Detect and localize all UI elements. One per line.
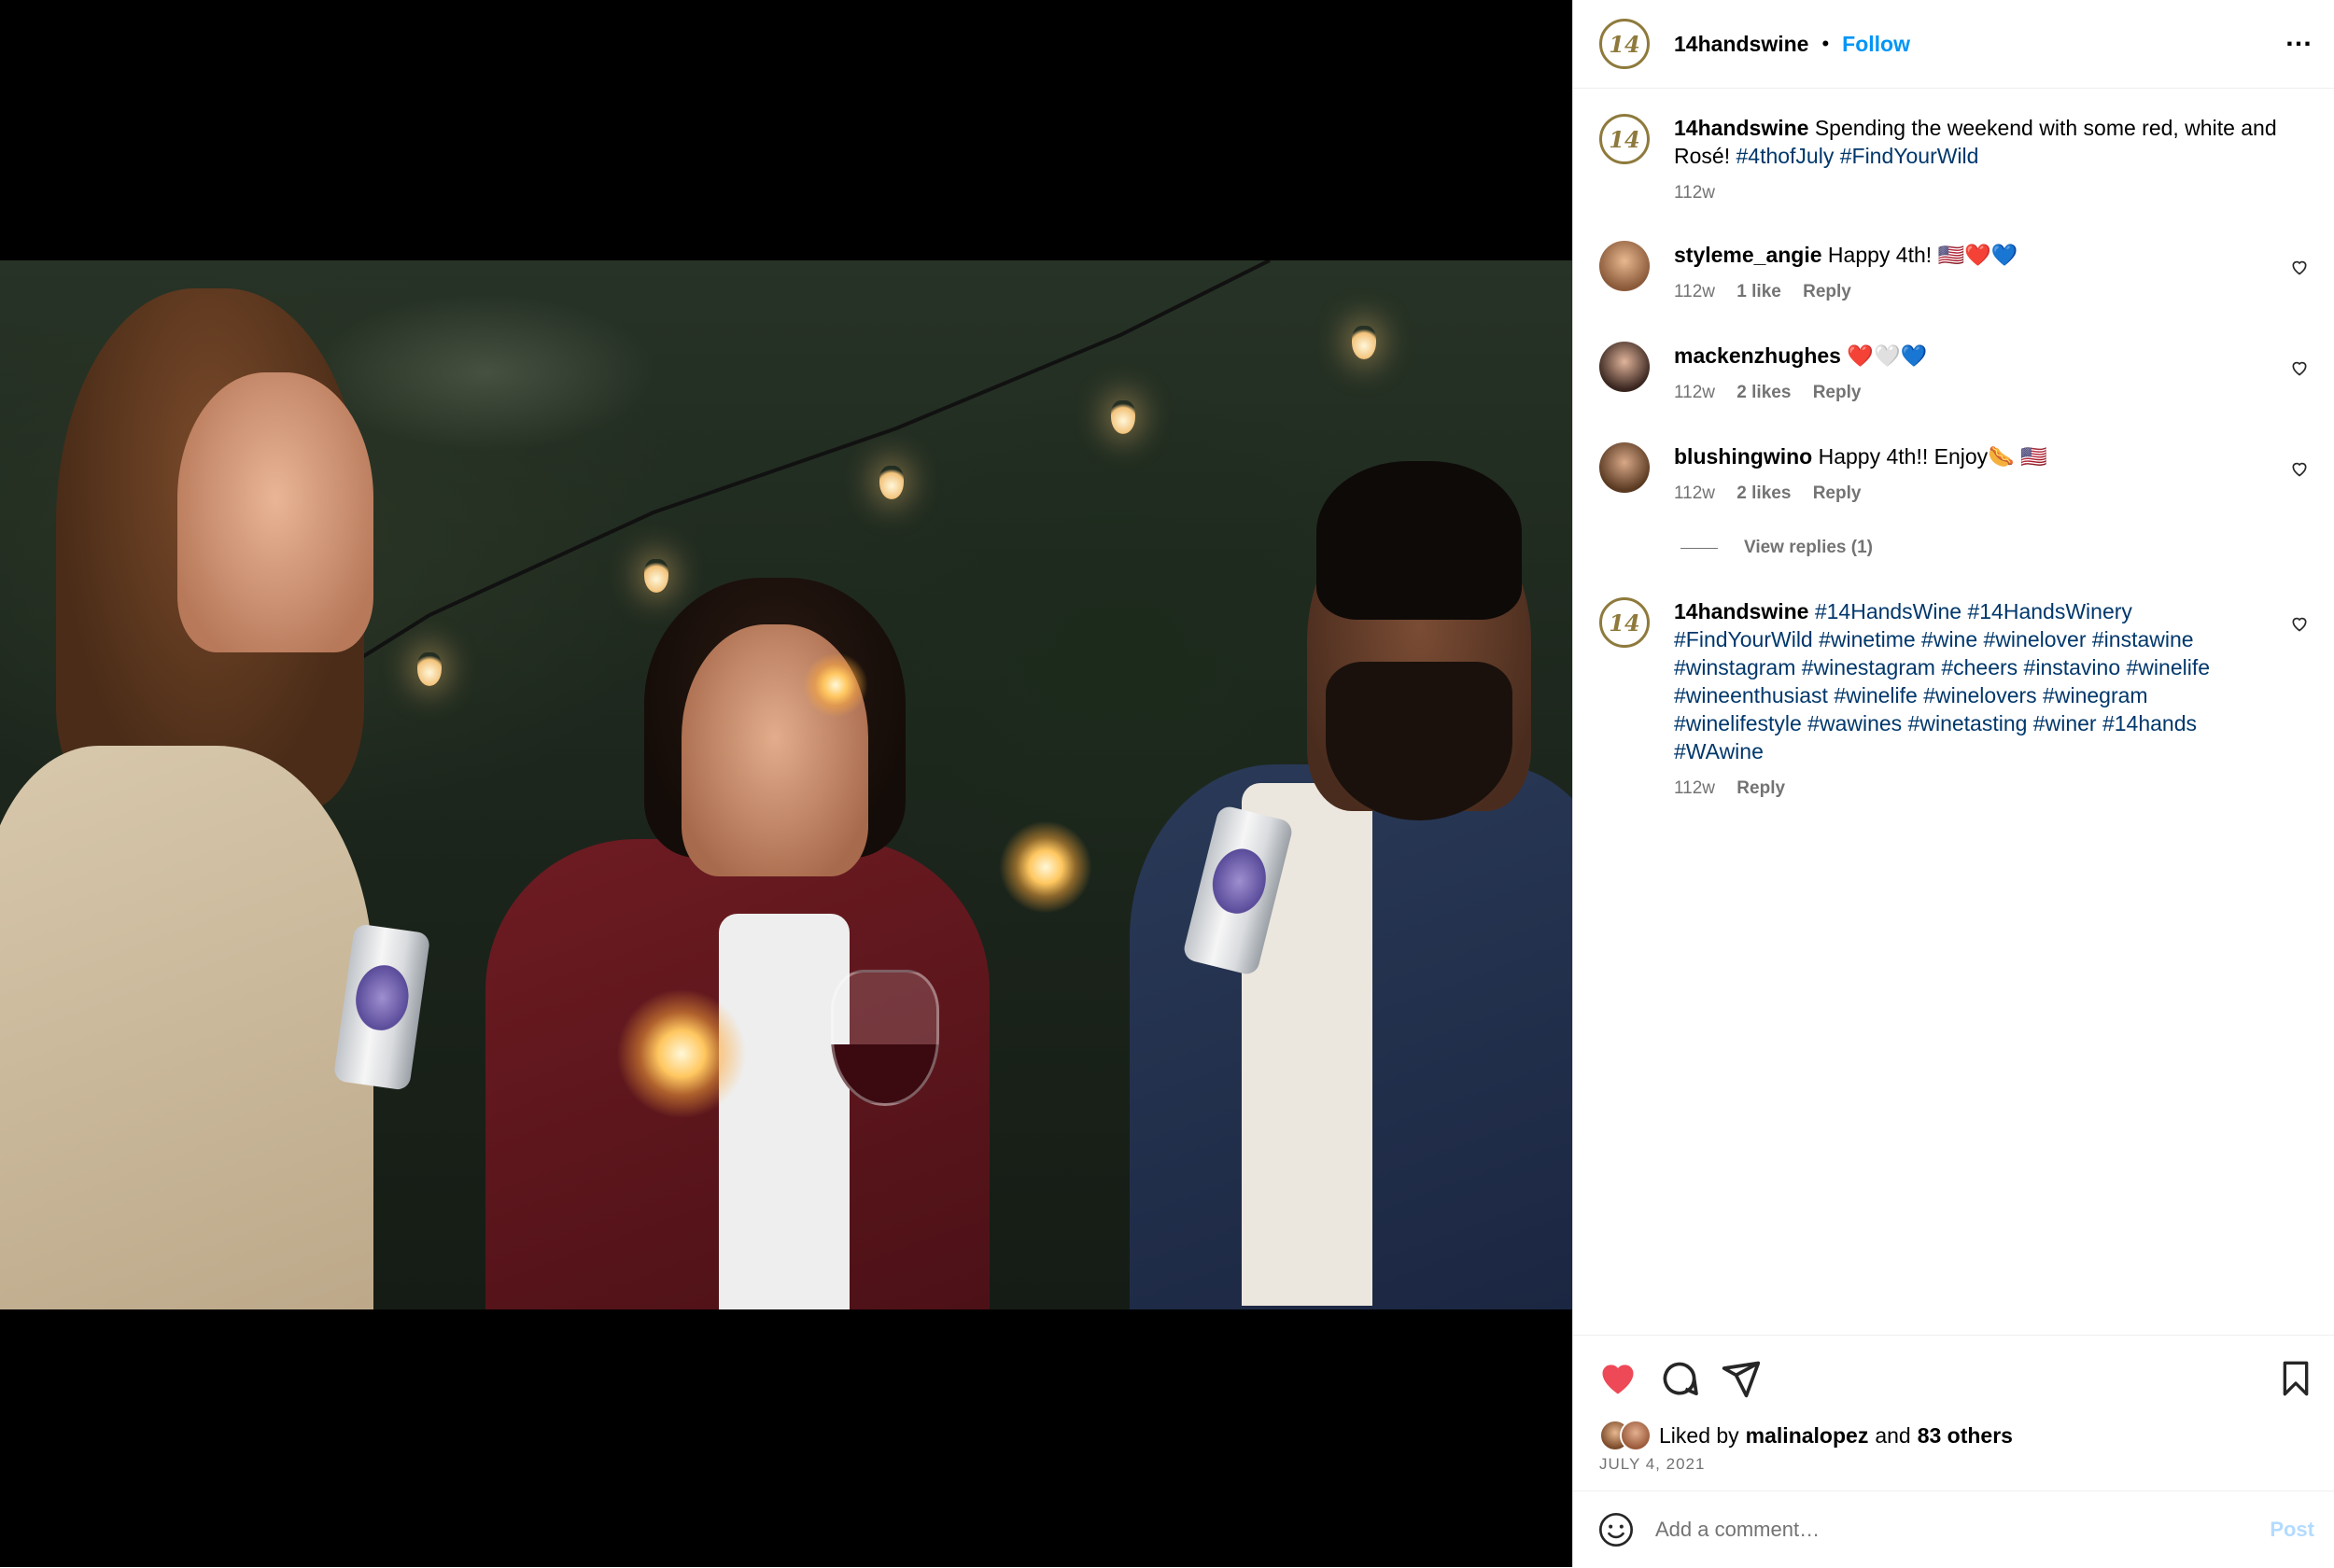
heart-icon[interactable]	[2290, 358, 2309, 377]
liked-by-label: Liked by	[1659, 1422, 1739, 1448]
comment-time[interactable]: 112w	[1674, 483, 1715, 503]
post-button[interactable]: Post	[2270, 1518, 2314, 1542]
hair	[1316, 461, 1522, 620]
more-icon[interactable]: …	[2285, 23, 2314, 51]
comments-list[interactable]: 14 14handswine Spending the weekend with…	[1573, 88, 2334, 1335]
comment-text: Happy 4th!! Enjoy🌭 🇺🇸	[1818, 444, 2047, 469]
caption-time[interactable]: 112w	[1674, 183, 1715, 203]
avatar[interactable]	[1599, 241, 1650, 291]
replies-line	[1680, 547, 1718, 549]
comment-username[interactable]: mackenzhughes	[1674, 343, 1841, 368]
avatar[interactable]: 14	[1599, 597, 1650, 648]
comment-text: Happy 4th! 🇺🇸❤️💙	[1827, 243, 2018, 267]
post-header: 14 14handswine • Follow …	[1573, 0, 2334, 89]
heart-icon[interactable]	[2290, 614, 2309, 633]
add-comment-bar: Post	[1573, 1491, 2334, 1568]
heart-icon[interactable]	[2290, 459, 2309, 478]
reply-button[interactable]: Reply	[1803, 282, 1851, 301]
separator-dot: •	[1821, 32, 1830, 55]
header-username[interactable]: 14handswine	[1674, 32, 1808, 57]
comment-likes[interactable]: 2 likes	[1736, 483, 1791, 503]
comment-time[interactable]: 112w	[1674, 383, 1715, 402]
sparkler	[616, 988, 747, 1119]
post-photo[interactable]	[0, 260, 1572, 1309]
comment-text: ❤️🤍💙	[1847, 343, 1928, 368]
post-media	[0, 0, 1572, 1567]
avatar[interactable]: 14	[1599, 19, 1650, 69]
emoji-icon[interactable]	[1597, 1511, 1635, 1548]
avatar[interactable]: 14	[1599, 114, 1650, 164]
heart-icon[interactable]	[2290, 258, 2309, 276]
heart-icon[interactable]	[1597, 1358, 1638, 1399]
sparkler	[803, 652, 868, 718]
face	[177, 372, 373, 652]
comment-time[interactable]: 112w	[1674, 282, 1715, 301]
shirt	[719, 914, 850, 1309]
beard	[1326, 662, 1512, 820]
avatar[interactable]	[1599, 442, 1650, 493]
comment-hashtags[interactable]: #14HandsWine #14HandsWinery #FindYourWil…	[1674, 599, 2210, 763]
reply-button[interactable]: Reply	[1813, 383, 1862, 402]
reply-button[interactable]: Reply	[1736, 778, 1785, 798]
likes-others[interactable]: 83 others	[1918, 1423, 2013, 1449]
comment-input[interactable]	[1653, 1517, 2217, 1543]
reply-button[interactable]: Reply	[1813, 483, 1862, 503]
comment-username[interactable]: blushingwino	[1674, 444, 1812, 469]
view-replies-label[interactable]: View replies (1)	[1744, 538, 1873, 558]
share-icon[interactable]	[1721, 1358, 1762, 1399]
caption-hashtags[interactable]: #4thofJuly #FindYourWild	[1736, 144, 1978, 168]
comment-username[interactable]: styleme_angie	[1674, 243, 1822, 267]
bookmark-icon[interactable]	[2277, 1358, 2314, 1399]
wine-glass	[831, 970, 939, 1106]
comment-likes[interactable]: 2 likes	[1736, 383, 1791, 402]
caption-username[interactable]: 14handswine	[1674, 116, 1808, 140]
comment-time[interactable]: 112w	[1674, 778, 1715, 798]
likes-summary: Liked by malinalopez and 83 others	[1599, 1420, 2013, 1451]
sparkler	[999, 820, 1092, 914]
action-bar: Liked by malinalopez and 83 others JULY …	[1573, 1335, 2334, 1485]
view-replies-button[interactable]: View replies (1)	[1680, 538, 1873, 558]
comment-likes[interactable]: 1 like	[1736, 282, 1781, 301]
sweater	[0, 746, 373, 1309]
likes-and: and	[1875, 1422, 1911, 1448]
comment-icon[interactable]	[1659, 1358, 1700, 1399]
liker-username[interactable]: malinalopez	[1746, 1423, 1869, 1449]
post-date[interactable]: JULY 4, 2021	[1599, 1455, 1705, 1474]
comment-username[interactable]: 14handswine	[1674, 599, 1808, 623]
follow-button[interactable]: Follow	[1842, 32, 1910, 57]
liker-avatar[interactable]	[1620, 1420, 1652, 1451]
post-panel: 14 14handswine • Follow … 14 14handswine…	[1572, 0, 2334, 1567]
avatar[interactable]	[1599, 342, 1650, 392]
